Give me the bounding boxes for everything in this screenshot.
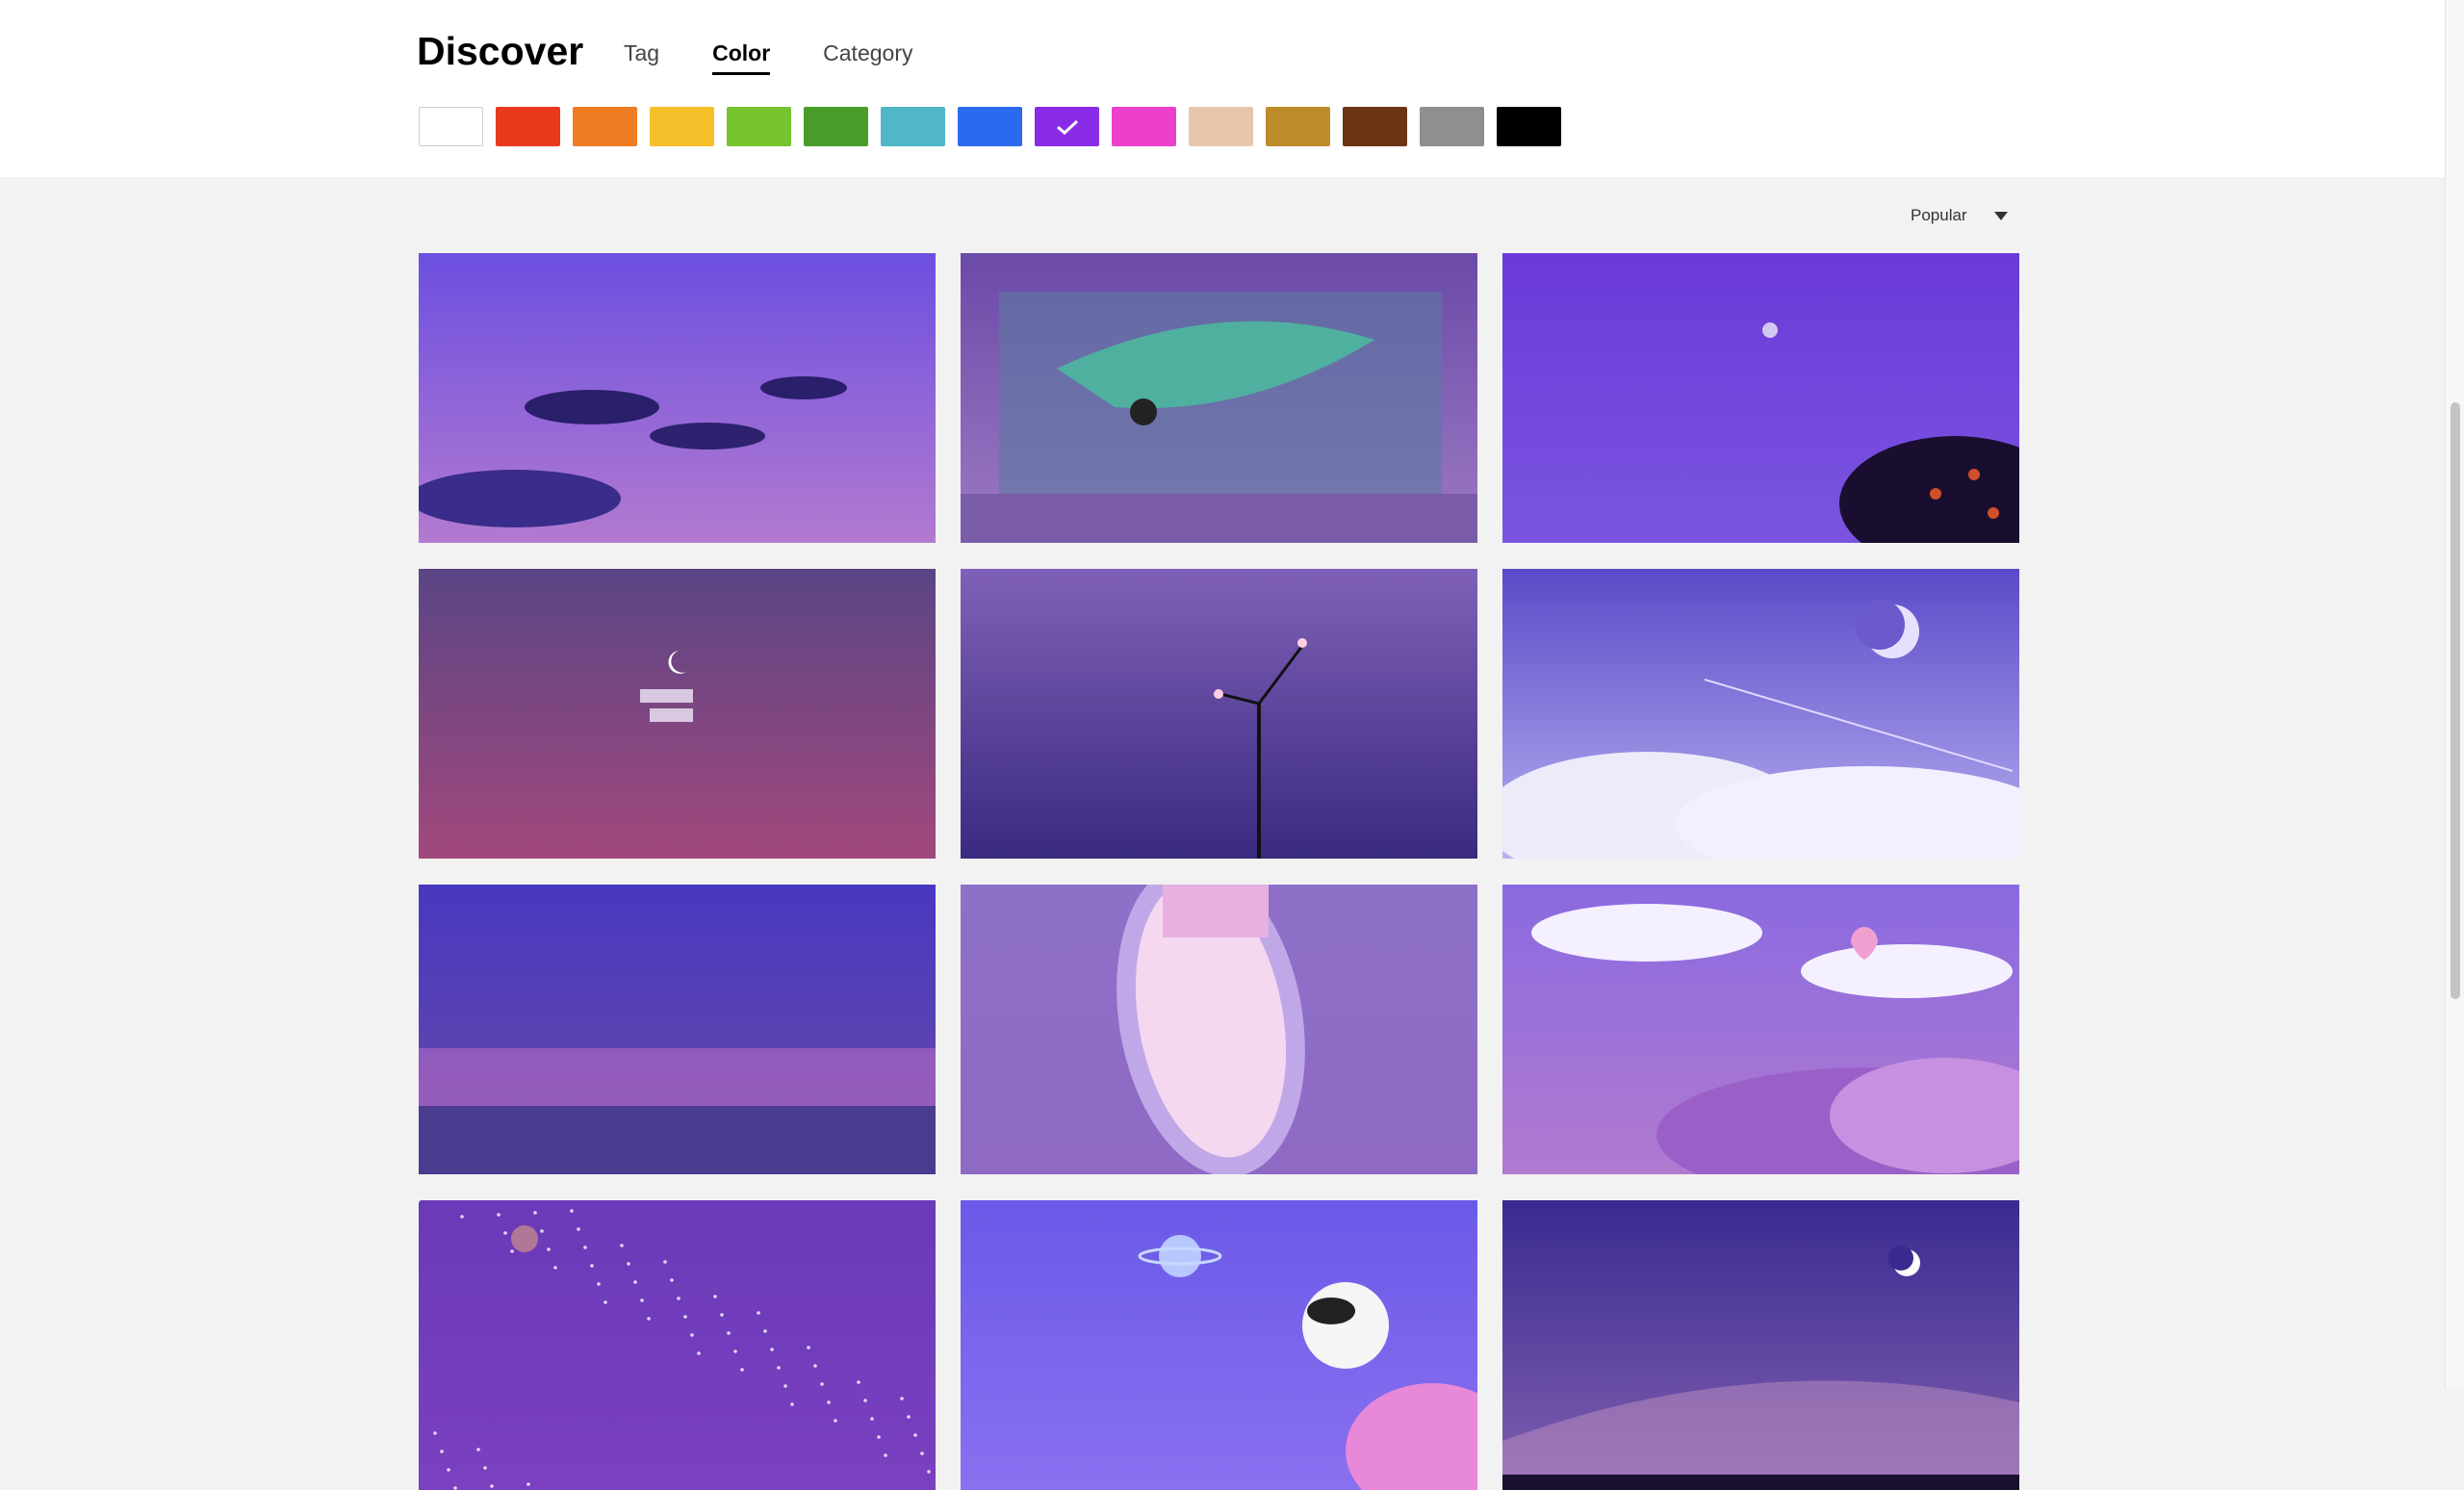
wallpaper-image (1502, 885, 2019, 1174)
color-filter (419, 107, 1574, 146)
checkmark-icon (1035, 107, 1099, 146)
scrollbar[interactable] (2445, 0, 2464, 1388)
color-swatch-white[interactable] (419, 107, 483, 146)
wallpaper-grid (419, 253, 2019, 1490)
color-swatch-gold[interactable] (1266, 107, 1330, 146)
wallpaper-galaxy-moon-night[interactable] (1502, 1200, 2019, 1490)
wallpaper-purple-ocean-horizon[interactable] (419, 885, 936, 1174)
caret-down-icon (1993, 211, 2008, 220)
tab-color[interactable]: Color (712, 40, 771, 75)
wallpaper-image (961, 569, 1477, 859)
color-swatch-orange[interactable] (573, 107, 637, 146)
color-swatch-red[interactable] (496, 107, 560, 146)
wallpaper-airplane-window[interactable] (961, 885, 1477, 1174)
wallpaper-image (1502, 1200, 2019, 1490)
color-swatch-yellow[interactable] (650, 107, 714, 146)
color-swatch-teal[interactable] (881, 107, 945, 146)
wallpaper-image (419, 253, 936, 543)
wallpaper-purple-dusk-clouds[interactable] (419, 253, 936, 543)
wallpaper-hot-air-balloons[interactable] (1502, 885, 2019, 1174)
color-swatch-beige[interactable] (1189, 107, 1253, 146)
page-title: Discover (417, 29, 584, 73)
wallpaper-image (961, 885, 1477, 1174)
tab-tag[interactable]: Tag (624, 40, 659, 75)
color-swatch-pink[interactable] (1112, 107, 1176, 146)
wallpaper-night-sky-trees[interactable] (1502, 253, 2019, 543)
wallpaper-image (1502, 569, 2019, 859)
wallpaper-image (419, 1200, 936, 1490)
color-swatch-purple[interactable] (1035, 107, 1099, 146)
wallpaper-street-lamp[interactable] (961, 569, 1477, 859)
color-swatch-green[interactable] (804, 107, 868, 146)
color-swatch-blue[interactable] (958, 107, 1022, 146)
wallpaper-planet-dog-illustration[interactable] (961, 1200, 1477, 1490)
wallpaper-image (419, 885, 936, 1174)
color-swatch-black[interactable] (1497, 107, 1561, 146)
wallpaper-whale-window-illustration[interactable] (961, 253, 1477, 543)
scrollbar-thumb[interactable] (2451, 402, 2460, 999)
wallpaper-starry-purple[interactable] (419, 1200, 936, 1490)
wallpaper-moon-korean-text[interactable] (419, 569, 936, 859)
color-swatch-brown[interactable] (1343, 107, 1407, 146)
tab-category[interactable]: Category (823, 40, 912, 75)
top-bar: Discover Tag Color Category (0, 0, 2445, 177)
wallpaper-image (961, 253, 1477, 543)
discover-tabs: Tag Color Category (624, 40, 965, 75)
wallpaper-moon-clouds-contrail[interactable] (1502, 569, 2019, 859)
color-swatch-light-green[interactable] (727, 107, 791, 146)
sort-dropdown[interactable]: Popular (1911, 206, 2008, 225)
wallpaper-image (419, 569, 936, 859)
wallpaper-image (961, 1200, 1477, 1490)
wallpaper-image (1502, 253, 2019, 543)
sort-label: Popular (1911, 206, 1967, 224)
color-swatch-gray[interactable] (1420, 107, 1484, 146)
